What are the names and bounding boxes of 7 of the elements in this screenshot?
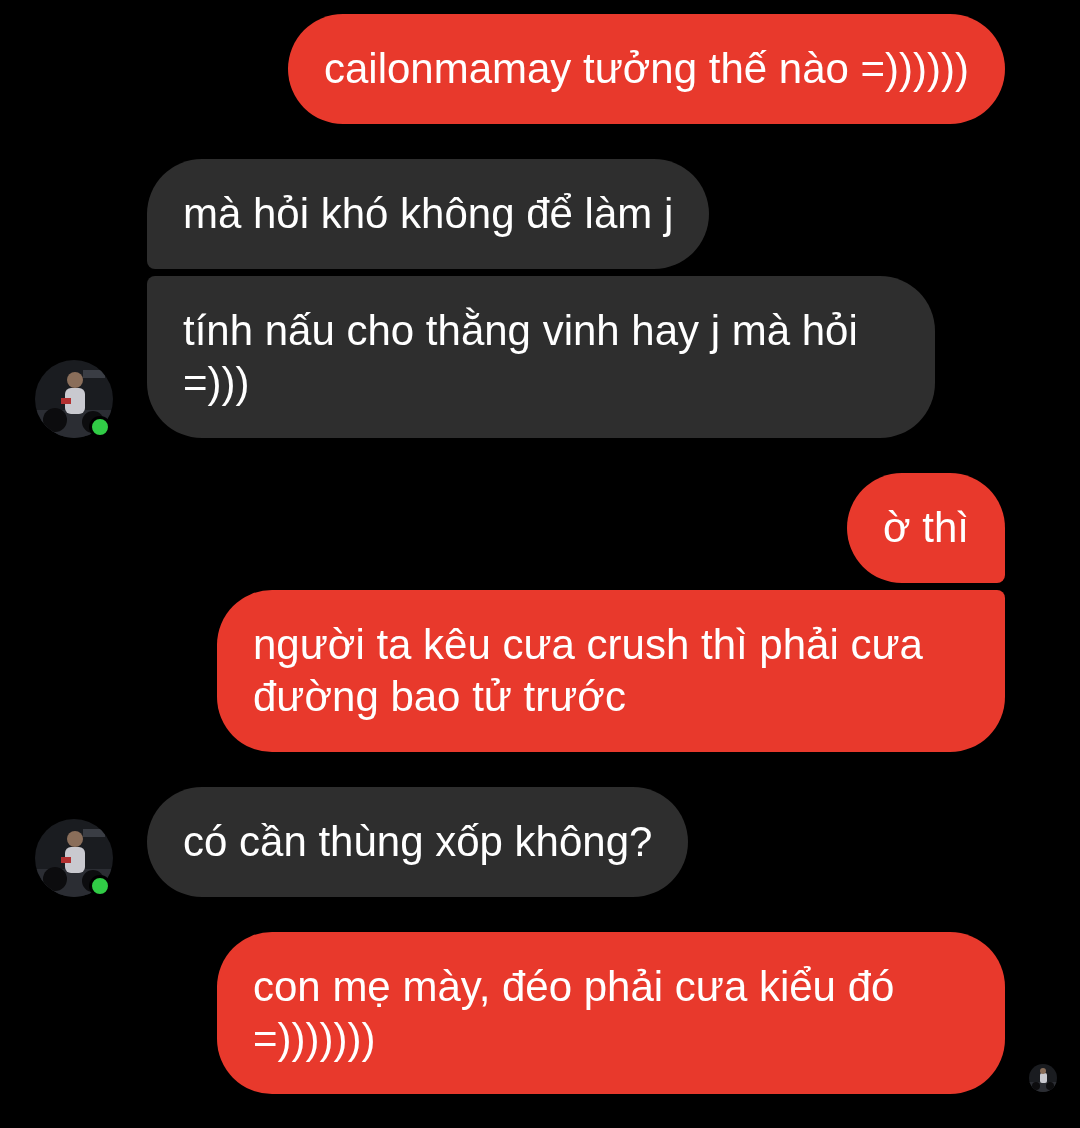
message-bubble: có cần thùng xốp không? <box>147 787 689 897</box>
message-bubble: ờ thì <box>847 473 1005 583</box>
message-bubble: tính nấu cho thằng vinh hay j mà hỏi =))) <box>147 276 935 438</box>
message-bubble: con mẹ mày, đéo phải cưa kiểu đó =))))))) <box>217 932 1005 1094</box>
message-bubble: người ta kêu cưa crush thì phải cưa đường bao tử trước <box>217 590 1005 752</box>
message-bubble: cailonmamay tưởng thế nào =)))))) <box>287 14 1005 124</box>
message-bubble: mà hỏi khó không để làm j <box>147 159 710 269</box>
